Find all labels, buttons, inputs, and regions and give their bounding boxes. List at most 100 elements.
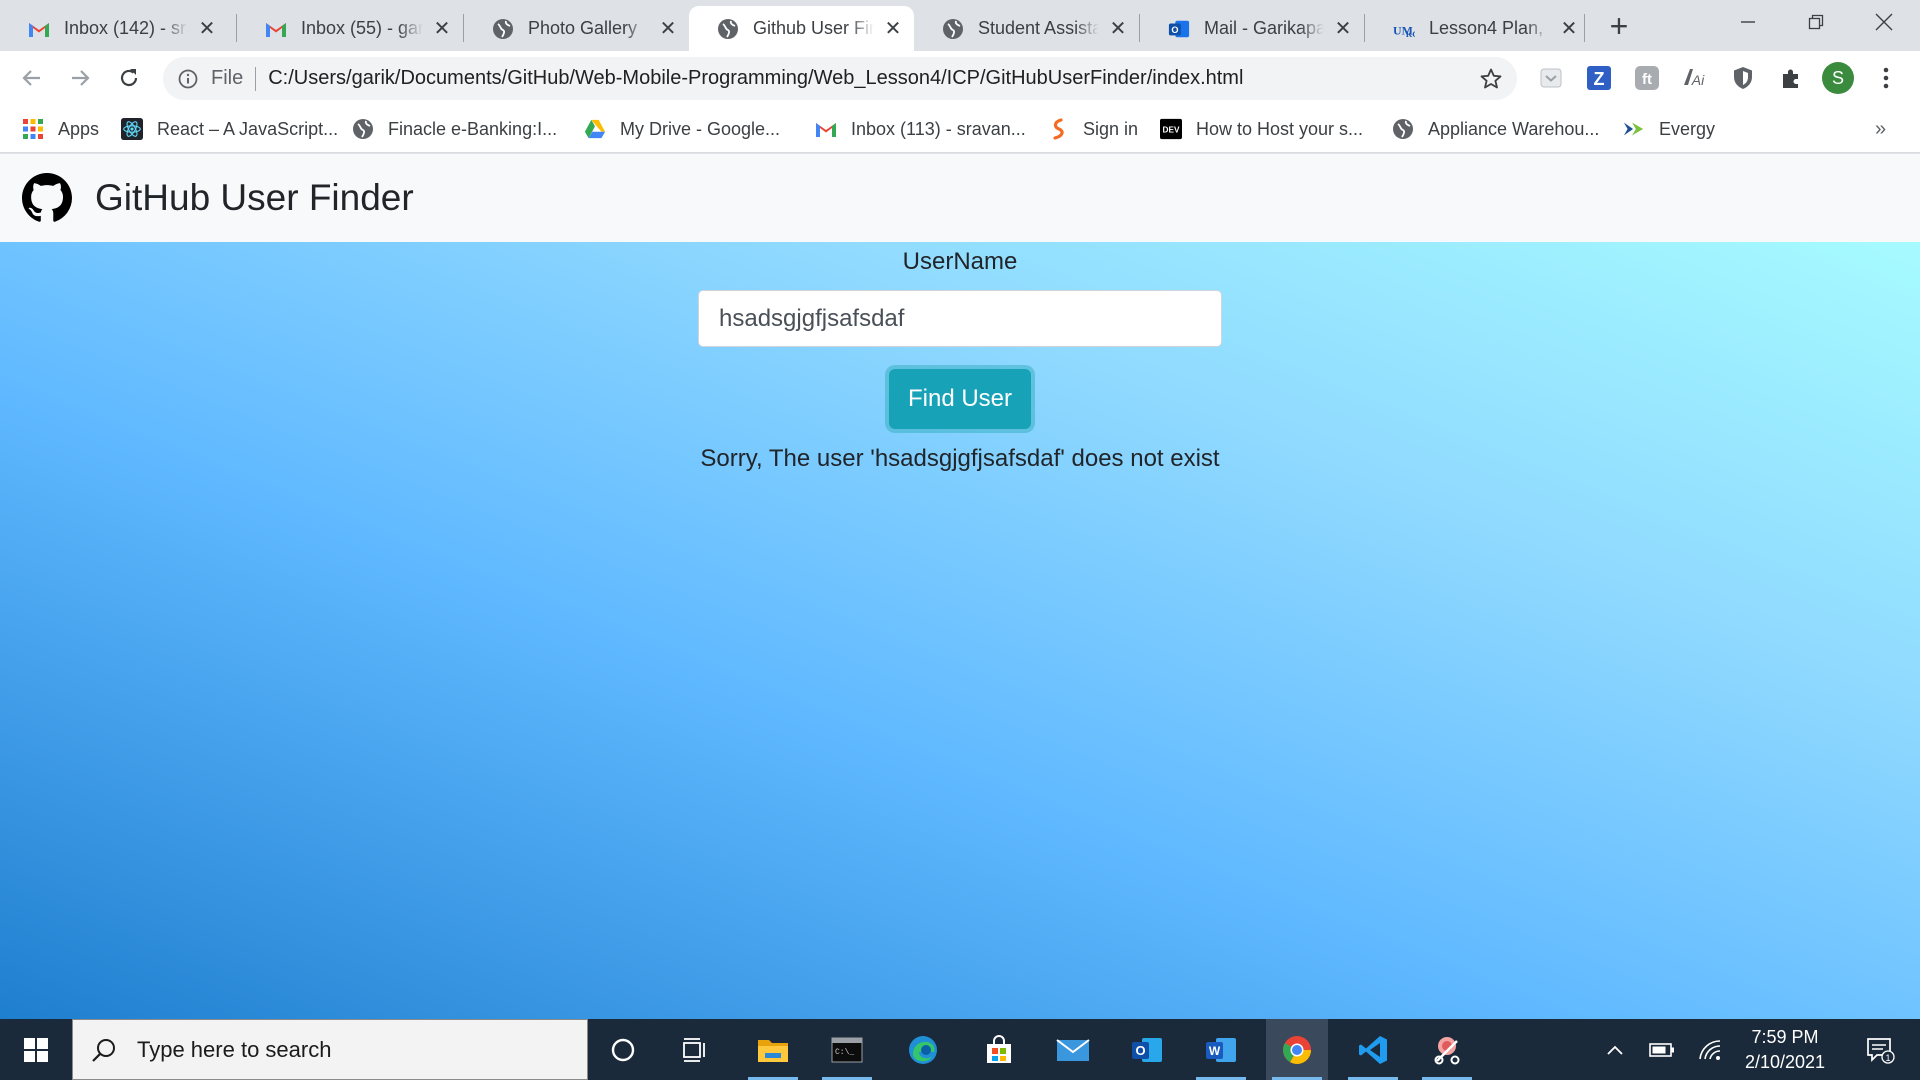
battery-icon[interactable] — [1644, 1019, 1680, 1080]
tab-title: Lesson4 Plan, Pr — [1429, 18, 1550, 38]
search-placeholder: Type here to search — [137, 1036, 332, 1062]
globe-icon — [1392, 118, 1414, 140]
tab-title: Photo Gallery — [528, 18, 638, 38]
translate-extension-icon[interactable]: Ai — [1681, 64, 1709, 92]
apps-grid-icon — [22, 118, 44, 140]
google-drive-icon — [584, 118, 606, 140]
windows-logo-icon — [24, 1037, 48, 1062]
tab-title: Github User Finder — [753, 18, 874, 38]
puzzle-icon[interactable] — [1777, 64, 1805, 92]
start-button[interactable] — [0, 1019, 72, 1080]
close-icon[interactable]: ✕ — [1332, 18, 1354, 40]
profile-avatar[interactable]: S — [1822, 62, 1854, 94]
bookmark-label: React – A JavaScript... — [157, 118, 339, 139]
username-label: UserName — [902, 248, 1018, 275]
bookmark-react[interactable]: React – A JavaScript... — [121, 116, 338, 142]
globe-icon — [492, 18, 514, 40]
word-icon[interactable]: W — [1190, 1019, 1252, 1080]
outlook-icon[interactable]: O — [1116, 1019, 1178, 1080]
taskbar-search[interactable]: Type here to search — [72, 1019, 588, 1080]
bookmark-finacle[interactable]: Finacle e-Banking:I... — [352, 116, 557, 142]
close-icon[interactable]: ✕ — [431, 18, 453, 40]
grammar-extension-icon[interactable]: ft — [1633, 64, 1661, 92]
action-center-button[interactable]: 1 — [1850, 1019, 1910, 1080]
svg-text:O: O — [1135, 1043, 1145, 1058]
tab-student-assistant[interactable]: Student Assistant ✕ — [914, 6, 1139, 51]
snip-icon[interactable] — [1416, 1019, 1478, 1080]
store-icon[interactable] — [968, 1019, 1030, 1080]
arrow-left-icon — [22, 70, 40, 86]
close-icon[interactable]: ✕ — [196, 18, 218, 40]
tab-title: Mail - Garikapati — [1204, 18, 1324, 38]
outlook-icon: O — [1168, 18, 1190, 40]
bookmark-label: Apps — [58, 118, 100, 139]
task-view-icon[interactable] — [664, 1019, 726, 1080]
shield-icon[interactable] — [1729, 64, 1757, 92]
windows-taskbar: Type here to search C:\_ O W 7:59 PM 2/1… — [0, 1019, 1920, 1080]
page-content: GitHub User Finder UserName Find User So… — [0, 154, 1920, 1019]
tab-lesson4-plan[interactable]: UMKC Lesson4 Plan, Pr ✕ — [1365, 6, 1590, 51]
new-tab-button[interactable]: + — [1603, 8, 1635, 44]
url-scheme: File — [211, 67, 244, 89]
mail-icon[interactable] — [1042, 1019, 1104, 1080]
bookmark-dev[interactable]: DEV How to Host your s... — [1160, 116, 1363, 142]
reload-icon — [120, 69, 138, 87]
file-explorer-icon[interactable] — [742, 1019, 804, 1080]
bookmarks-overflow-button[interactable]: » — [1875, 118, 1886, 141]
find-user-button[interactable]: Find User — [889, 369, 1031, 429]
zotero-extension-icon[interactable]: Z — [1585, 64, 1613, 92]
app-navbar: GitHub User Finder — [0, 154, 1920, 242]
bookmark-apps[interactable]: Apps — [22, 116, 99, 142]
vscode-icon[interactable] — [1342, 1019, 1404, 1080]
bookmark-sign-in[interactable]: Sign in — [1047, 116, 1138, 142]
address-bar[interactable]: File C:/Users/garik/Documents/GitHub/Web… — [163, 57, 1517, 100]
close-icon — [1875, 13, 1893, 31]
tab-title: Inbox (55) - garikapati — [301, 18, 423, 38]
close-icon[interactable]: ✕ — [882, 18, 904, 40]
url-text[interactable]: C:/Users/garik/Documents/GitHub/Web-Mobi… — [268, 67, 1243, 90]
clock-time: 7:59 PM — [1751, 1027, 1819, 1048]
search-section: UserName Find User Sorry, The user 'hsad… — [0, 242, 1920, 1019]
close-icon[interactable]: ✕ — [1107, 18, 1129, 40]
close-icon[interactable]: ✕ — [1558, 18, 1580, 40]
tab-separator — [1584, 14, 1585, 42]
tab-photo-gallery[interactable]: Photo Gallery ✕ — [464, 6, 689, 51]
result-message: Sorry, The user 'hsadsgjgfjsafsdaf' does… — [700, 445, 1220, 472]
wifi-icon[interactable] — [1692, 1019, 1728, 1080]
reload-button[interactable] — [110, 59, 148, 97]
more-vert-icon[interactable] — [1872, 64, 1900, 92]
bookmark-star-icon[interactable] — [1479, 67, 1503, 91]
tab-mail-garikapati[interactable]: O Mail - Garikapati ✕ — [1140, 6, 1364, 51]
minimize-button[interactable] — [1714, 0, 1782, 44]
address-divider — [255, 66, 257, 91]
chevron-up-icon — [1607, 1045, 1623, 1055]
app-title: GitHub User Finder — [95, 177, 414, 218]
username-input[interactable] — [698, 290, 1222, 347]
pocket-extension-icon[interactable] — [1537, 64, 1565, 92]
terminal-icon[interactable]: C:\_ — [816, 1019, 878, 1080]
svg-text:DEV: DEV — [1163, 126, 1180, 135]
cortana-icon[interactable] — [592, 1019, 654, 1080]
show-hidden-icons-button[interactable] — [1598, 1019, 1632, 1080]
edge-icon[interactable] — [892, 1019, 954, 1080]
chrome-icon[interactable] — [1266, 1019, 1328, 1080]
bookmark-label: Inbox (113) - sravan... — [851, 118, 1026, 139]
browser-toolbar: File C:/Users/garik/Documents/GitHub/Web… — [0, 51, 1920, 106]
bookmark-appliance-warehouse[interactable]: Appliance Warehou... — [1392, 116, 1599, 142]
restore-icon — [1808, 14, 1824, 30]
bookmark-my-drive[interactable]: My Drive - Google... — [584, 116, 780, 142]
bookmark-evergy[interactable]: Evergy — [1623, 116, 1715, 142]
close-window-button[interactable] — [1850, 0, 1918, 44]
back-button[interactable] — [13, 59, 51, 97]
bookmarks-bar: Apps React – A JavaScript... Finacle e-B… — [0, 106, 1920, 153]
forward-button[interactable] — [61, 59, 99, 97]
info-icon[interactable] — [177, 68, 199, 90]
gmail-icon — [265, 18, 287, 40]
close-icon[interactable]: ✕ — [657, 18, 679, 40]
bookmark-inbox-113[interactable]: Inbox (113) - sravan... — [815, 116, 1026, 142]
tab-inbox-55[interactable]: Inbox (55) - garikapati ✕ — [237, 6, 463, 51]
taskbar-clock[interactable]: 7:59 PM 2/10/2021 — [1730, 1019, 1840, 1080]
restore-button[interactable] — [1782, 0, 1850, 44]
tab-inbox-142[interactable]: Inbox (142) - sravan ✕ — [0, 6, 228, 51]
tab-github-user-finder[interactable]: Github User Finder ✕ — [689, 6, 914, 51]
